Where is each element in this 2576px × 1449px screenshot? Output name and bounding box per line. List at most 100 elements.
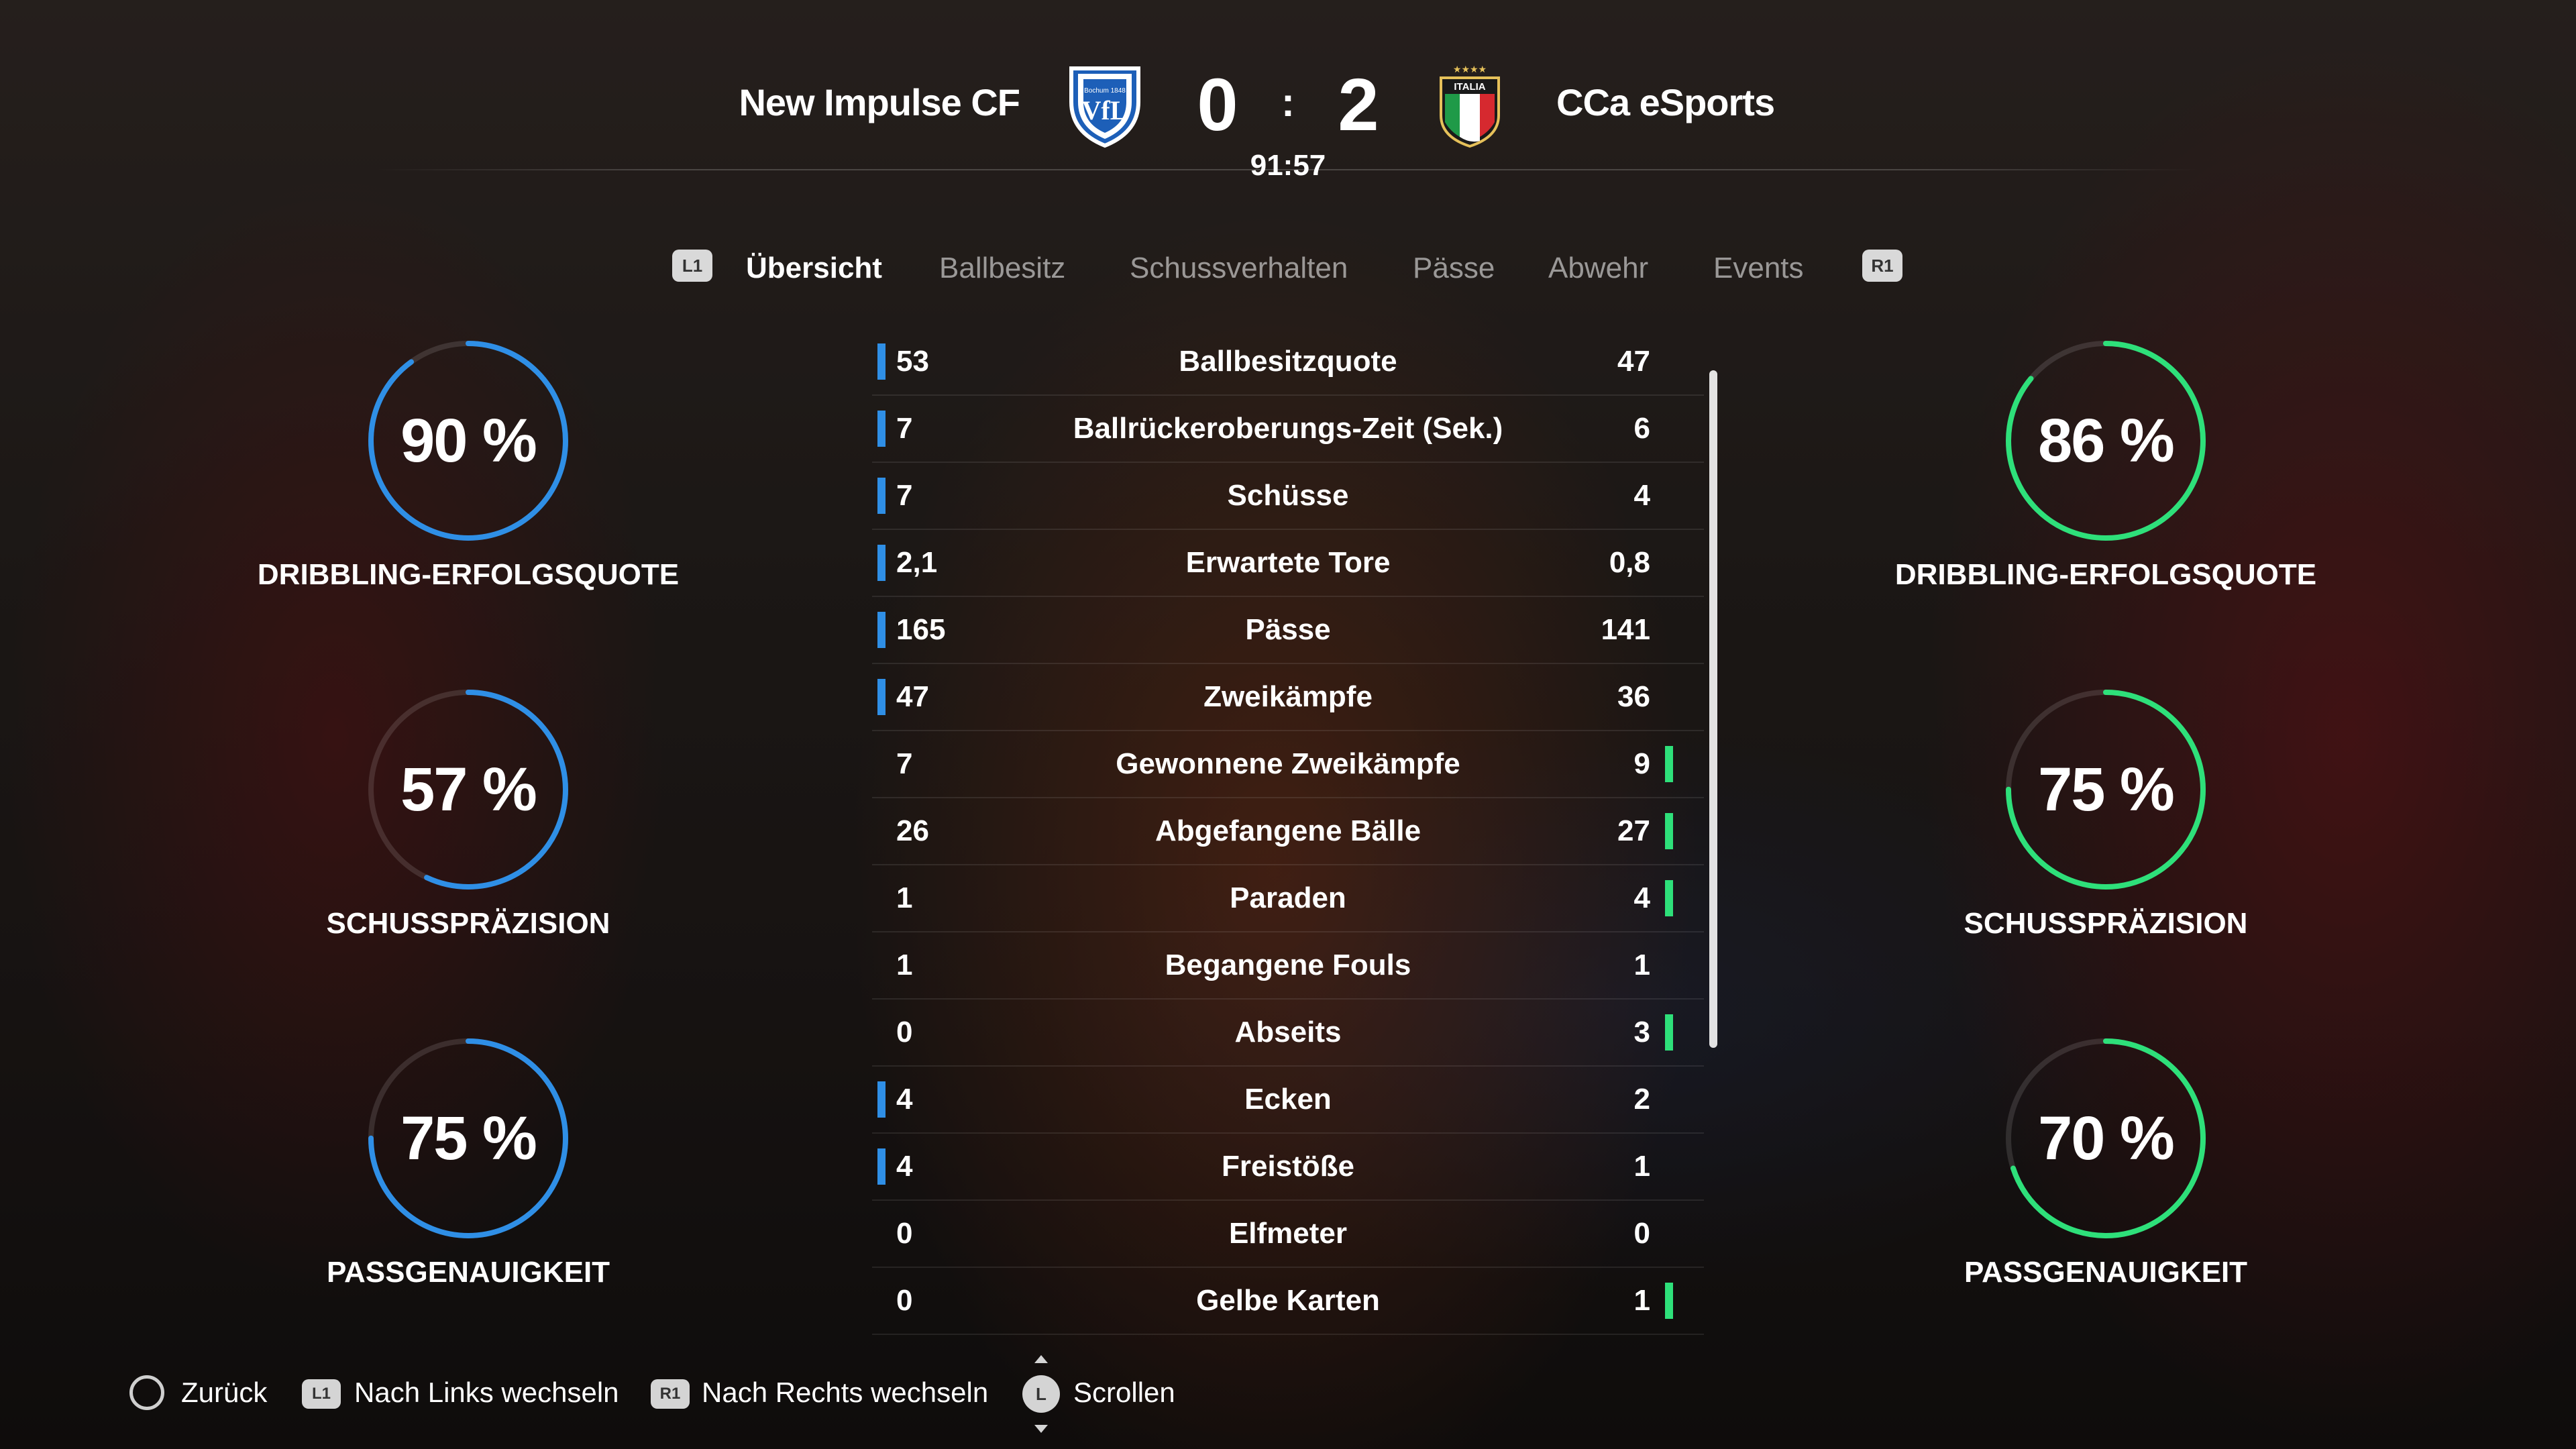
home-stat-value: 4: [896, 1150, 913, 1183]
stat-name: Ballbesitzquote: [1179, 345, 1397, 378]
tab-shooting[interactable]: Schussverhalten: [1130, 248, 1348, 288]
home-leader-bar: [877, 1148, 885, 1185]
tab-defense[interactable]: Abwehr: [1548, 248, 1648, 288]
home-leader-bar: [877, 545, 885, 581]
circle-button-icon[interactable]: [129, 1375, 164, 1410]
r1-button-icon[interactable]: R1: [651, 1379, 690, 1409]
home-dribbling-ring: 90 %: [364, 337, 572, 545]
switch-left-action[interactable]: Nach Links wechseln: [354, 1374, 619, 1411]
away-stat-value: 9: [1633, 747, 1650, 780]
away-stat-value: 6: [1633, 412, 1650, 445]
away-leader-bar: [1665, 813, 1673, 849]
away-stat-value: 141: [1601, 613, 1650, 646]
home-pass-accuracy-ring: 75 %: [364, 1034, 572, 1242]
stat-name: Erwartete Tore: [1185, 546, 1391, 579]
away-shot-accuracy-label: SCHUSSPRÄZISION: [1964, 907, 2248, 940]
stats-row: 0 Abseits 3: [872, 1000, 1704, 1067]
home-stat-value: 0: [896, 1016, 913, 1049]
home-team-name: New Impulse CF: [739, 81, 1020, 123]
away-stat-value: 0: [1633, 1217, 1650, 1250]
l1-button-icon[interactable]: L1: [302, 1379, 341, 1409]
stat-name: Pässe: [1245, 613, 1331, 646]
home-stat-value: 7: [896, 412, 913, 445]
tab-possession[interactable]: Ballbesitz: [939, 248, 1065, 288]
away-leader-bar: [1665, 746, 1673, 782]
home-leader-bar: [877, 1081, 885, 1118]
away-stat-value: 2: [1633, 1083, 1650, 1116]
away-pass-accuracy-label: PASSGENAUIGKEIT: [1964, 1256, 2248, 1289]
home-stat-value: 0: [896, 1284, 913, 1317]
away-leader-bar: [1665, 880, 1673, 916]
away-stat-value: 27: [1617, 814, 1650, 847]
left-stick-icon[interactable]: L: [1022, 1354, 1060, 1434]
home-stat-value: 53: [896, 345, 929, 378]
ring-value: 70 %: [2038, 1104, 2175, 1173]
scroll-action[interactable]: Scrollen: [1073, 1374, 1175, 1411]
away-team-name: CCa eSports: [1556, 81, 1775, 123]
stats-row: 4 Freistöße 1: [872, 1134, 1704, 1201]
r1-button-hint[interactable]: R1: [1862, 250, 1902, 282]
away-dribbling-ring: 86 %: [2002, 337, 2210, 545]
away-stat-value: 3: [1633, 1016, 1650, 1049]
away-stat-value: 47: [1617, 345, 1650, 378]
home-stat-value: 26: [896, 814, 929, 847]
stats-row: 7 Gewonnene Zweikämpfe 9: [872, 731, 1704, 798]
l1-button-hint[interactable]: L1: [672, 250, 712, 282]
stat-name: Gelbe Karten: [1196, 1284, 1380, 1317]
tab-passes[interactable]: Pässe: [1413, 248, 1495, 288]
ring-value: 57 %: [400, 755, 537, 824]
away-team-crest: ★★★★ ITALIA: [1426, 62, 1513, 149]
away-pass-accuracy-ring: 70 %: [2002, 1034, 2210, 1242]
home-dribbling-label: DRIBBLING-ERFOLGSQUOTE: [257, 558, 680, 591]
away-stat-value: 1: [1633, 1150, 1650, 1183]
away-leader-bar: [1665, 1283, 1673, 1319]
tab-overview[interactable]: Übersicht: [746, 248, 882, 288]
tab-events[interactable]: Events: [1713, 248, 1804, 288]
stats-row: 2,1 Erwartete Tore 0,8: [872, 530, 1704, 597]
away-stat-value: 1: [1633, 1284, 1650, 1317]
stats-row: 7 Ballrückeroberungs-Zeit (Sek.) 6: [872, 396, 1704, 463]
stat-name: Gewonnene Zweikämpfe: [1116, 747, 1460, 780]
ring-value: 75 %: [2038, 755, 2175, 824]
stats-row: 53 Ballbesitzquote 47: [872, 329, 1704, 396]
back-action[interactable]: Zurück: [181, 1374, 267, 1411]
home-pass-accuracy-label: PASSGENAUIGKEIT: [326, 1256, 610, 1289]
home-leader-bar: [877, 343, 885, 380]
stats-row: 1 Begangene Fouls 1: [872, 932, 1704, 1000]
home-crest-text: VfL: [1082, 95, 1128, 125]
away-leader-bar: [1665, 1014, 1673, 1051]
away-stat-value: 4: [1633, 479, 1650, 512]
stats-table: 53 Ballbesitzquote 47 7 Ballrückeroberungs-Z…: [872, 329, 1704, 1335]
home-stat-value: 7: [896, 479, 913, 512]
stats-row: 7 Schüsse 4: [872, 463, 1704, 530]
stat-name: Freistöße: [1221, 1150, 1355, 1183]
away-stat-value: 0,8: [1609, 546, 1650, 579]
scrollbar-thumb[interactable]: [1709, 370, 1717, 1048]
ring-value: 75 %: [400, 1104, 537, 1173]
away-crest-text: ITALIA: [1454, 81, 1485, 93]
away-stat-value: 4: [1633, 881, 1650, 914]
home-leader-bar: [877, 478, 885, 514]
stars-icon: ★★★★: [1453, 64, 1487, 75]
score-separator: :: [1281, 80, 1295, 125]
stats-row: 0 Elfmeter 0: [872, 1201, 1704, 1268]
stat-name: Schüsse: [1227, 479, 1349, 512]
ring-value: 86 %: [2038, 407, 2175, 475]
stat-name: Ballrückeroberungs-Zeit (Sek.): [1073, 412, 1503, 445]
stat-name: Elfmeter: [1228, 1217, 1348, 1250]
header-divider: [376, 169, 2200, 170]
away-score: 2: [1338, 64, 1379, 146]
stat-name: Ecken: [1244, 1083, 1332, 1116]
switch-right-action[interactable]: Nach Rechts wechseln: [702, 1374, 988, 1411]
stats-row: 0 Gelbe Karten 1: [872, 1268, 1704, 1335]
home-shot-accuracy-ring: 57 %: [364, 686, 572, 894]
stats-row: 4 Ecken 2: [872, 1067, 1704, 1134]
away-stat-value: 36: [1617, 680, 1650, 713]
home-stat-value: 47: [896, 680, 929, 713]
stats-row: 1 Paraden 4: [872, 865, 1704, 932]
home-stat-value: 165: [896, 613, 946, 646]
stat-name: Abgefangene Bälle: [1155, 814, 1421, 847]
away-shot-accuracy-ring: 75 %: [2002, 686, 2210, 894]
ring-value: 90 %: [400, 407, 537, 475]
home-shot-accuracy-label: SCHUSSPRÄZISION: [326, 907, 610, 940]
